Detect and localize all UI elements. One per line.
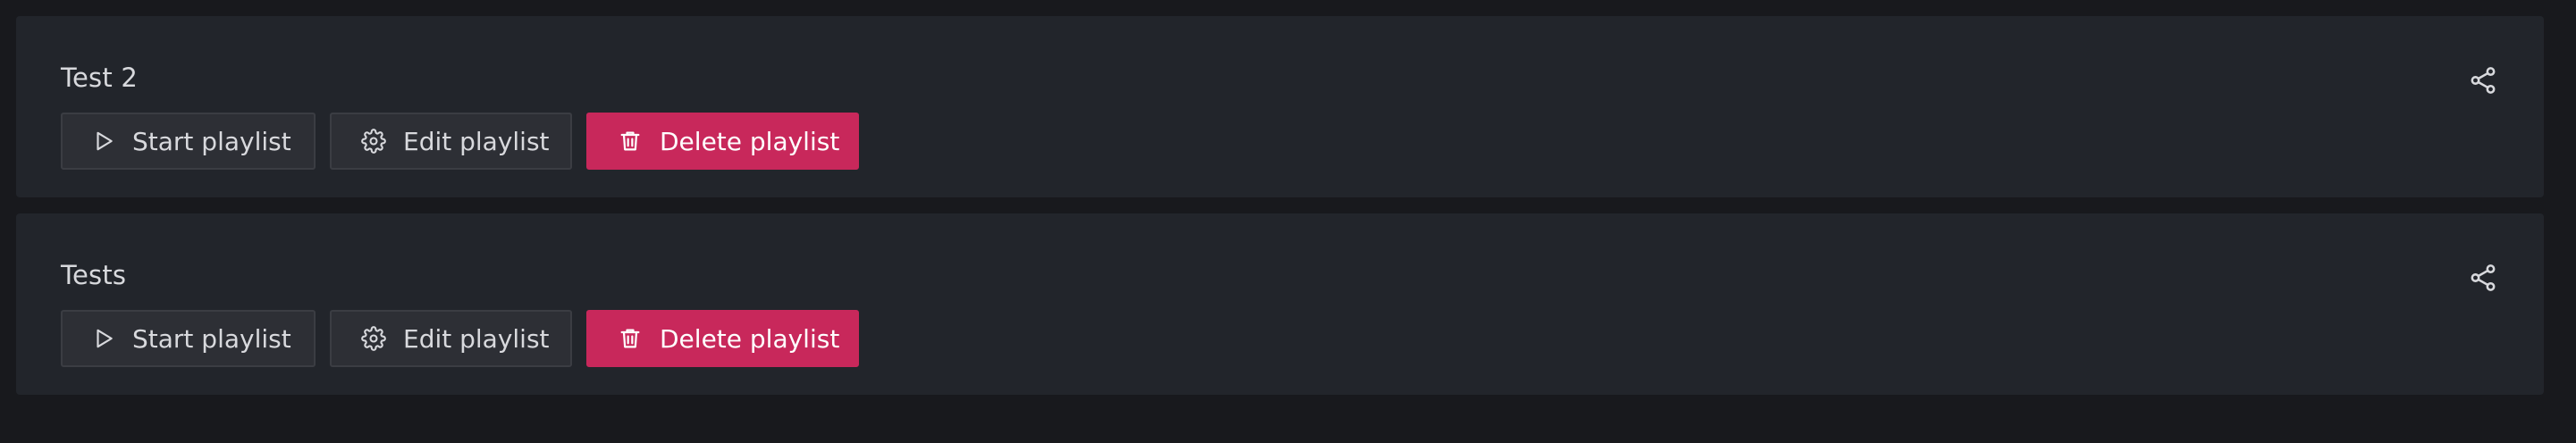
playlist-title: Tests — [61, 260, 127, 290]
share-button[interactable] — [2463, 258, 2503, 297]
playlist-card: Tests Start playlist Edit playlist Delet… — [16, 213, 2544, 395]
share-icon — [2468, 65, 2498, 96]
edit-playlist-label: Edit playlist — [403, 323, 550, 354]
trash-icon — [618, 326, 643, 351]
playlist-card: Test 2 Start playlist Edit playlist Dele… — [16, 16, 2544, 197]
share-icon — [2468, 263, 2498, 293]
start-playlist-button[interactable]: Start playlist — [61, 113, 316, 170]
share-button[interactable] — [2463, 61, 2503, 100]
gear-icon — [361, 129, 386, 154]
play-icon — [92, 326, 115, 351]
gear-icon — [361, 326, 386, 351]
start-playlist-label: Start playlist — [132, 323, 291, 354]
edit-playlist-button[interactable]: Edit playlist — [330, 113, 572, 170]
playlist-actions: Start playlist Edit playlist Delete play… — [61, 310, 859, 367]
delete-playlist-button[interactable]: Delete playlist — [586, 310, 859, 367]
delete-playlist-label: Delete playlist — [660, 126, 840, 156]
play-icon — [92, 129, 115, 154]
playlist-actions: Start playlist Edit playlist Delete play… — [61, 113, 859, 170]
playlist-title: Test 2 — [61, 63, 138, 93]
start-playlist-button[interactable]: Start playlist — [61, 310, 316, 367]
edit-playlist-button[interactable]: Edit playlist — [330, 310, 572, 367]
edit-playlist-label: Edit playlist — [403, 126, 550, 156]
delete-playlist-label: Delete playlist — [660, 323, 840, 354]
playlist-list: Test 2 Start playlist Edit playlist Dele… — [0, 0, 2576, 443]
start-playlist-label: Start playlist — [132, 126, 291, 156]
delete-playlist-button[interactable]: Delete playlist — [586, 113, 859, 170]
trash-icon — [618, 129, 643, 154]
